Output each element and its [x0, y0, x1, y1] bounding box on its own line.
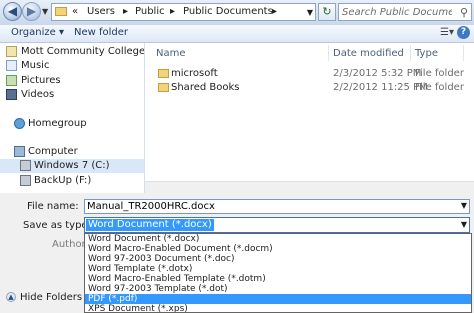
file-list[interactable]: Name Date modified Type microsoft 2/3/20…	[145, 43, 474, 193]
chevron-right-icon[interactable]: ▸	[123, 6, 128, 17]
file-name-label: File name:	[27, 201, 79, 212]
nav-item-windows-7-c[interactable]: Windows 7 (C:)	[0, 159, 144, 173]
chevron-up-icon: ▲	[6, 292, 16, 302]
folder-icon	[158, 83, 169, 92]
nav-item-videos[interactable]: Videos	[0, 88, 144, 102]
organize-button[interactable]: Organize ▾	[11, 27, 64, 38]
file-row[interactable]: Shared Books 2/2/2012 11:25 PM File fold…	[145, 81, 474, 95]
chevron-right-icon[interactable]: ▸	[272, 6, 277, 17]
save-as-type-label: Save as type:	[23, 220, 91, 231]
refresh-button[interactable]: ↻	[318, 3, 336, 21]
search-box[interactable]: ⚲	[338, 3, 472, 21]
chevron-down-icon[interactable]: ▼	[307, 8, 313, 17]
hide-folders-button[interactable]: ▲ Hide Folders	[6, 292, 82, 304]
search-input[interactable]	[342, 5, 452, 19]
nav-item-label: Mott Community College	[21, 46, 145, 57]
search-icon[interactable]: ⚲	[460, 6, 468, 19]
nav-item-label: Computer	[28, 146, 78, 157]
column-header-date-modified[interactable]: Date modified	[333, 48, 404, 59]
save-as-type-value: Word Document (*.docx)	[86, 219, 214, 231]
file-type: File folder	[415, 82, 464, 93]
nav-item-label: BackUp (F:)	[34, 175, 92, 186]
chevron-down-icon[interactable]: ▼	[461, 201, 467, 210]
recent-pages-dropdown[interactable]: ▼	[42, 7, 48, 16]
hide-folders-label: Hide Folders	[20, 292, 83, 303]
address-bar: ◀ ▶ ▼ « Users ▸ Public ▸ Public Document…	[0, 0, 474, 26]
option-dotx[interactable]: Word Template (*.dotx)	[85, 264, 471, 274]
drive-icon	[20, 160, 31, 171]
breadcrumb-users[interactable]: Users	[87, 6, 115, 17]
nav-item-computer[interactable]: Computer	[0, 145, 144, 159]
column-header-name[interactable]: Name	[156, 48, 186, 59]
pictures-icon	[6, 75, 17, 86]
nav-item-backup-f[interactable]: BackUp (F:)	[0, 174, 144, 188]
nav-item-label: Music	[21, 60, 50, 71]
command-bar: Organize ▾ New folder ☰▾ ?	[0, 25, 474, 43]
breadcrumb-overflow[interactable]: «	[72, 6, 78, 17]
column-headers: Name Date modified Type	[145, 43, 474, 63]
column-divider[interactable]	[410, 45, 411, 61]
option-xps[interactable]: XPS Document (*.xps)	[85, 304, 471, 312]
file-type: File folder	[415, 68, 464, 79]
forward-button[interactable]: ▶	[22, 2, 41, 21]
nav-item-label: Pictures	[21, 75, 61, 86]
videos-icon	[6, 89, 17, 100]
nav-item-pictures[interactable]: Pictures	[0, 74, 144, 88]
file-date: 2/2/2012 11:25 PM	[333, 82, 428, 93]
chevron-down-icon[interactable]: ▼	[461, 220, 467, 229]
nav-item-mott-community-college[interactable]: Mott Community College	[0, 45, 144, 59]
chevron-right-icon[interactable]: ▸	[170, 6, 175, 17]
folder-icon	[158, 69, 169, 78]
option-docm[interactable]: Word Macro-Enabled Document (*.docm)	[85, 244, 471, 254]
breadcrumb-public-documents[interactable]: Public Documents	[183, 6, 273, 17]
drive-icon	[20, 175, 31, 186]
nav-item-music[interactable]: Music	[0, 59, 144, 73]
music-icon	[6, 60, 17, 71]
file-row[interactable]: microsoft 2/3/2012 5:32 PM File folder	[145, 67, 474, 81]
file-name-field[interactable]: ▼	[84, 199, 470, 214]
save-as-type-select[interactable]: Word Document (*.docx) ▼	[84, 217, 470, 233]
breadcrumb[interactable]: « Users ▸ Public ▸ Public Documents ▸ ▼	[51, 3, 316, 21]
option-docx[interactable]: Word Document (*.docx)	[85, 234, 471, 244]
homegroup-icon	[14, 118, 25, 129]
file-date: 2/3/2012 5:32 PM	[333, 68, 422, 79]
file-name-input[interactable]	[87, 200, 447, 213]
help-icon[interactable]: ?	[457, 26, 470, 39]
option-pdf[interactable]: PDF (*.pdf)	[85, 294, 471, 304]
file-name: Shared Books	[171, 82, 240, 93]
navigation-pane[interactable]: Mott Community College Music Pictures Vi…	[0, 43, 145, 193]
view-options-icon[interactable]: ☰▾	[440, 27, 454, 38]
save-as-type-options[interactable]: Word Document (*.docx) Word Macro-Enable…	[84, 233, 472, 313]
nav-item-label: Homegroup	[28, 118, 87, 129]
column-header-type[interactable]: Type	[415, 48, 438, 59]
column-divider[interactable]	[328, 45, 329, 61]
document-library-icon	[6, 46, 17, 57]
folder-icon	[55, 7, 67, 16]
nav-item-label: Windows 7 (C:)	[34, 160, 110, 171]
option-dotm[interactable]: Word Macro-Enabled Template (*.dotm)	[85, 274, 471, 284]
nav-item-homegroup[interactable]: Homegroup	[0, 117, 144, 131]
back-button[interactable]: ◀	[3, 2, 22, 21]
file-name: microsoft	[171, 68, 218, 79]
breadcrumb-public[interactable]: Public	[135, 6, 165, 17]
option-doc[interactable]: Word 97-2003 Document (*.doc)	[85, 254, 471, 264]
computer-icon	[14, 146, 25, 157]
horizontal-scrollbar[interactable]	[145, 181, 474, 193]
column-divider[interactable]	[463, 45, 464, 61]
option-dot[interactable]: Word 97-2003 Template (*.dot)	[85, 284, 471, 294]
nav-item-label: Videos	[21, 89, 55, 100]
new-folder-button[interactable]: New folder	[74, 27, 128, 38]
